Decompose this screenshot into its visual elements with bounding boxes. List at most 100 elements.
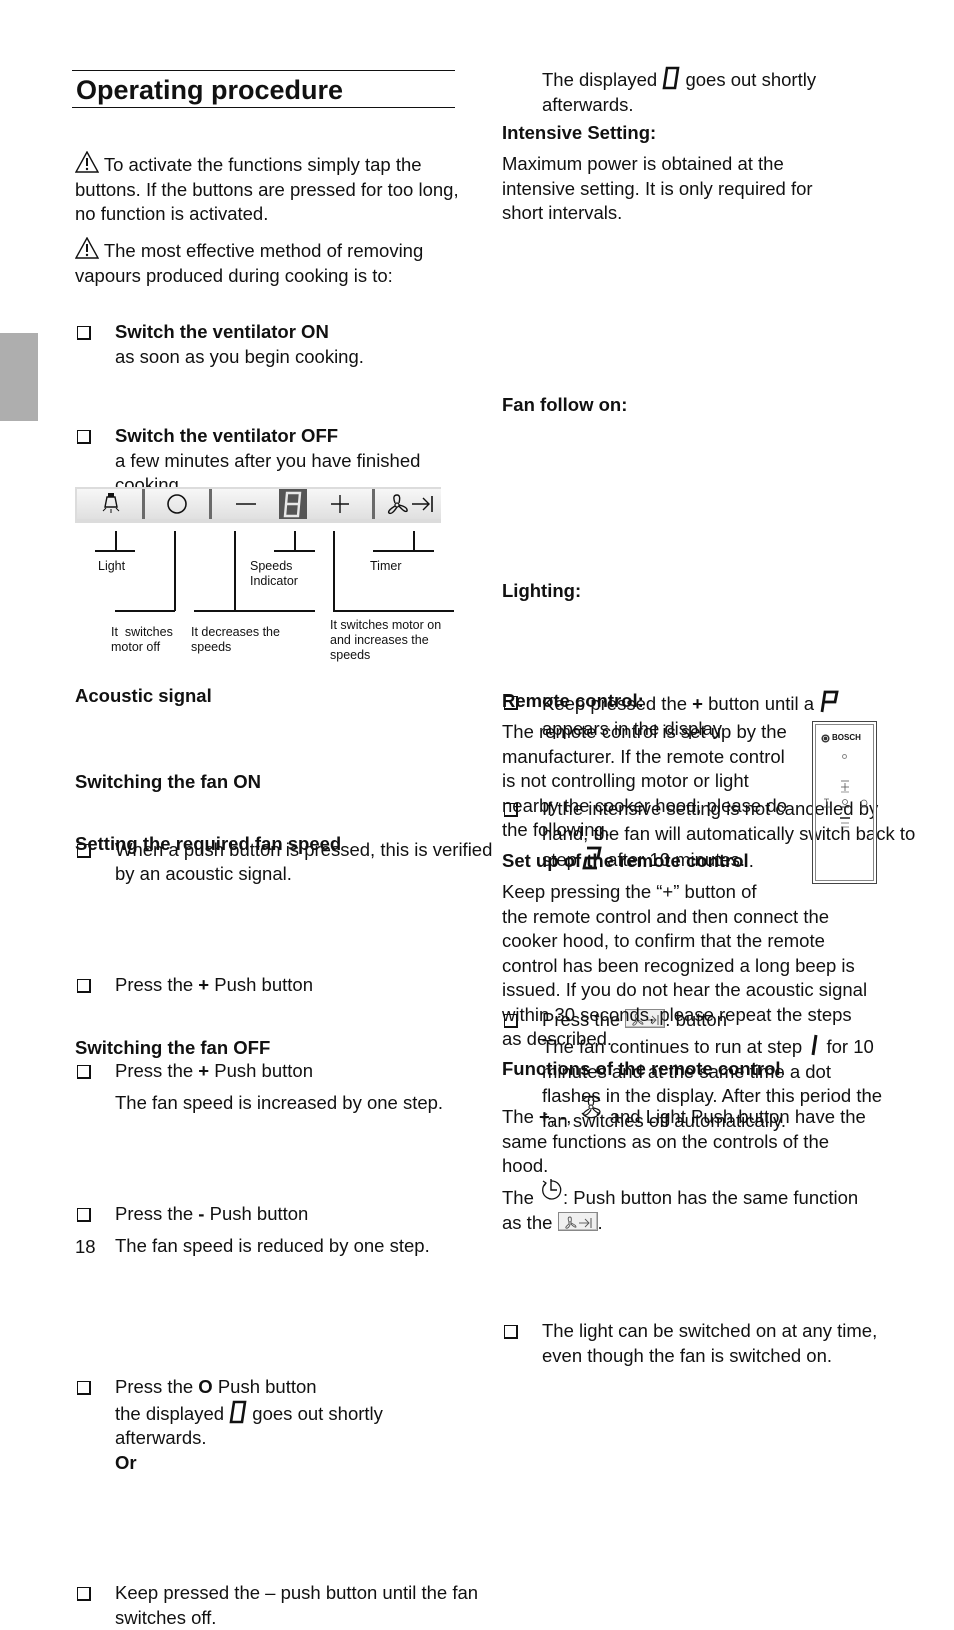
timer-button[interactable]	[375, 489, 441, 519]
remote-led	[842, 754, 847, 759]
text: button until a	[702, 693, 820, 714]
warning-block-2: The most effective method of removing va…	[75, 237, 460, 288]
speed-display	[279, 489, 307, 519]
label-speeds-indicator: Speeds Indicator	[250, 559, 298, 589]
text: goes out shortly	[680, 69, 817, 90]
text: Keep pressing the “+” button of	[502, 881, 757, 902]
remote-brand: BOSCH	[821, 733, 861, 743]
text: Press the	[115, 1203, 199, 1224]
heading-acoustic-signal: Acoustic signal	[75, 685, 212, 706]
heading-intensive: Intensive Setting:	[502, 122, 657, 143]
minus-icon	[236, 503, 256, 505]
lighting-item-text: The light can be switched on at any time…	[542, 1320, 878, 1366]
plus-key: +	[198, 1060, 210, 1081]
tip-bold: Switch the ventilator OFF	[115, 425, 339, 446]
warning-triangle-icon	[75, 237, 99, 259]
fan-off-item-text: Keep pressed the – push button until the…	[115, 1582, 479, 1628]
fan-off-item: Press the O Push button the displayed go…	[75, 1375, 495, 1475]
text: Press the	[115, 973, 199, 995]
connector-line	[333, 531, 335, 611]
text: the displayed	[115, 1402, 230, 1424]
text: the remote control and then connect the …	[502, 905, 868, 1050]
fan-circle-icon	[581, 1095, 601, 1119]
bosch-logo-icon	[821, 733, 830, 743]
text: The	[502, 1106, 540, 1127]
connector-line	[115, 610, 175, 612]
checkbox-bullet-icon	[77, 1587, 91, 1601]
seven-segment-p-icon	[820, 690, 839, 713]
heading-fan-off: Switching the fan OFF	[75, 1037, 271, 1058]
label-minus-line: speeds	[191, 640, 232, 654]
fan-on-item: Press the + Push button	[75, 973, 495, 998]
light-button[interactable]	[77, 489, 145, 519]
text: .	[597, 1211, 603, 1233]
connector-line	[115, 531, 117, 551]
page-number: 18	[75, 1236, 96, 1257]
period: .	[748, 850, 754, 871]
heading-remote-functions: Functions of the remote control.	[502, 1057, 786, 1082]
functions-heading-text: Functions of the remote control	[502, 1058, 781, 1079]
remote-buttons-icon	[823, 780, 868, 828]
remote-control-image: BOSCH	[812, 721, 877, 884]
setup-heading-text: Set up of the remote control	[502, 850, 749, 871]
label-minus: It decreases the speeds	[191, 625, 280, 655]
text: ,	[549, 1106, 561, 1127]
connector-line	[194, 610, 315, 612]
text: ,	[566, 1106, 577, 1127]
remote-functions-text-1: The +, -, and Light Push button have the…	[502, 1093, 872, 1179]
warning-block-1: To activate the functions simply tap the…	[75, 151, 460, 227]
checkbox-bullet-icon	[77, 1065, 91, 1079]
heading-remote-setup: Set up of the remote control.	[502, 849, 754, 874]
connector-line	[413, 531, 415, 551]
plus-key: +	[539, 1106, 550, 1127]
plus-button[interactable]	[307, 489, 375, 519]
control-panel-diagram	[75, 487, 441, 523]
brand-text: BOSCH	[832, 733, 861, 742]
heading-fan-speed: Setting the required fan speed	[75, 833, 342, 854]
text: afterwards.	[542, 93, 634, 115]
fan-speed-item: Press the - Push button The fan speed is…	[75, 1202, 495, 1258]
text: The	[502, 1187, 540, 1208]
intensive-text: Maximum power is obtained at the intensi…	[502, 153, 813, 223]
minus-button[interactable]	[212, 489, 282, 519]
text: Push button	[209, 1060, 313, 1081]
fan-speed-item: Press the + Push button The fan speed is…	[75, 1059, 495, 1115]
connector-line	[234, 531, 236, 611]
label-plus-line: speeds	[330, 648, 371, 662]
or-label: Or	[115, 1451, 137, 1473]
title-rule-top	[72, 70, 455, 71]
heading-remote-control: Remote control:	[502, 690, 644, 711]
label-plus: It switches motor on and increases the s…	[330, 618, 441, 663]
checkbox-bullet-icon	[77, 1381, 91, 1395]
label-indicator-line: Indicator	[250, 574, 298, 588]
warning-triangle-icon	[75, 151, 99, 173]
checkbox-bullet-icon	[77, 430, 91, 444]
connector-line	[174, 531, 176, 611]
remote-text: The remote control is set up by the manu…	[502, 721, 787, 840]
text: afterwards.	[115, 1427, 207, 1448]
warning-text-2: The most effective method of removing va…	[75, 240, 424, 286]
label-off-line: It switches	[111, 625, 173, 639]
warning-text-1: To activate the functions simply tap the…	[75, 154, 459, 224]
label-plus-line: It switches motor on	[330, 618, 442, 632]
label-speeds-line: Speeds	[250, 559, 293, 573]
section-tab-marker	[0, 333, 38, 421]
period: .	[780, 1058, 786, 1079]
text: goes out shortly	[247, 1402, 383, 1424]
checkbox-bullet-icon	[504, 1325, 518, 1339]
fan-speed-note: The fan speed is reduced by one step.	[115, 1234, 430, 1256]
checkbox-bullet-icon	[77, 326, 91, 340]
light-bulb-icon	[102, 493, 120, 513]
connector-line	[274, 550, 315, 552]
remote-functions-text-2: The : Push button has the same function …	[502, 1178, 872, 1235]
clock-timer-icon	[542, 1179, 562, 1200]
heading-fan-follow-on: Fan follow on:	[502, 394, 628, 415]
connector-line	[333, 610, 454, 612]
seven-segment-0-icon	[662, 66, 680, 90]
text: Push button	[209, 973, 313, 995]
checkbox-bullet-icon	[77, 978, 91, 993]
fan-timer-icon	[387, 494, 433, 515]
off-button[interactable]	[145, 489, 212, 519]
checkbox-bullet-icon	[77, 1208, 91, 1222]
connector-line	[95, 550, 135, 552]
